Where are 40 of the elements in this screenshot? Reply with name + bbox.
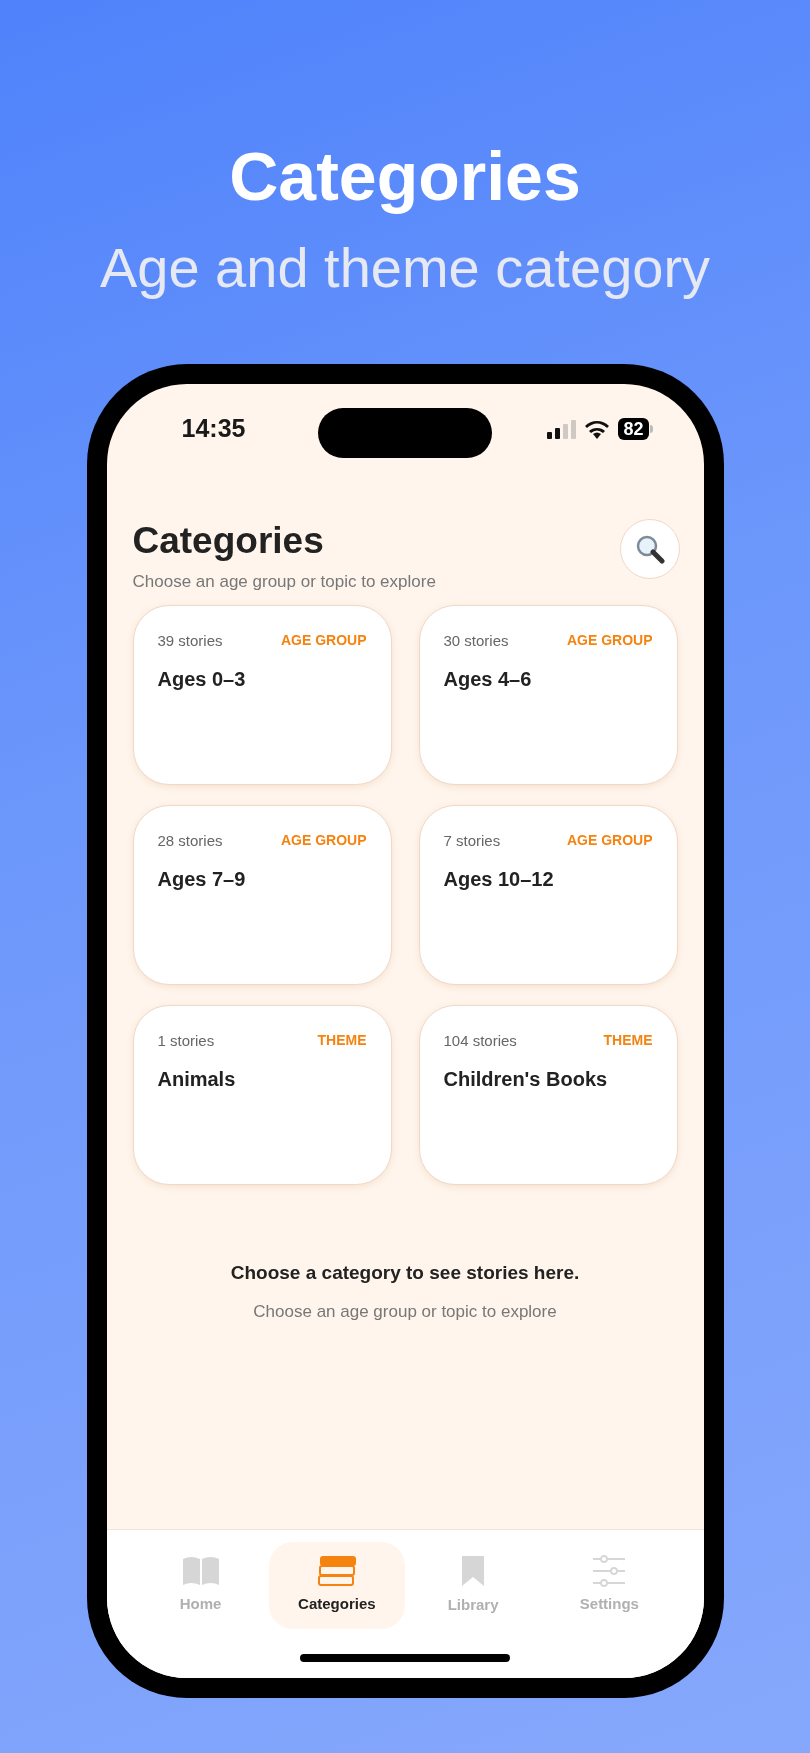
wifi-icon bbox=[584, 419, 611, 439]
category-tag: AGE GROUP bbox=[566, 630, 653, 652]
category-tag: THEME bbox=[603, 1030, 653, 1052]
status-time: 14:35 bbox=[181, 413, 246, 445]
sliders-icon bbox=[592, 1555, 627, 1588]
category-tag: THEME bbox=[317, 1030, 367, 1052]
category-name: Ages 10–12 bbox=[443, 867, 555, 892]
category-card[interactable]: 104 stories THEME Children's Books bbox=[418, 1004, 678, 1185]
category-name: Ages 0–3 bbox=[157, 667, 247, 692]
story-count: 30 stories bbox=[443, 630, 509, 651]
category-card[interactable]: 30 stories AGE GROUP Ages 4–6 bbox=[418, 604, 678, 785]
category-tag: AGE GROUP bbox=[280, 630, 367, 652]
empty-state-title: Choose a category to see stories here. bbox=[229, 1260, 581, 1285]
story-count: 39 stories bbox=[157, 630, 223, 651]
category-tag: AGE GROUP bbox=[566, 830, 653, 852]
category-card[interactable]: 1 stories THEME Animals bbox=[132, 1004, 392, 1185]
story-count: 28 stories bbox=[157, 830, 223, 851]
category-name: Animals bbox=[157, 1067, 237, 1092]
category-name: Ages 4–6 bbox=[443, 667, 533, 692]
category-tag: AGE GROUP bbox=[280, 830, 367, 852]
page-subtitle: Choose an age group or topic to explore bbox=[132, 571, 436, 593]
category-card[interactable]: 7 stories AGE GROUP Ages 10–12 bbox=[418, 804, 678, 985]
category-card[interactable]: 39 stories AGE GROUP Ages 0–3 bbox=[132, 604, 392, 785]
open-book-icon bbox=[180, 1555, 221, 1588]
bookmark-icon bbox=[460, 1554, 487, 1589]
story-count: 1 stories bbox=[157, 1030, 215, 1051]
category-name: Ages 7–9 bbox=[157, 867, 247, 892]
category-name: Children's Books bbox=[443, 1067, 609, 1092]
story-count: 104 stories bbox=[443, 1030, 517, 1051]
search-icon bbox=[634, 534, 665, 564]
promo-title: Categories bbox=[229, 140, 581, 212]
tab[interactable]: Categories bbox=[268, 1542, 405, 1629]
signal-icon bbox=[546, 419, 577, 439]
empty-state-subtitle: Choose an age group or topic to explore bbox=[252, 1301, 558, 1323]
story-count: 7 stories bbox=[443, 830, 501, 851]
books-stack-icon bbox=[316, 1555, 357, 1588]
page-title: Categories bbox=[132, 519, 325, 563]
battery-level: 82 bbox=[618, 418, 649, 440]
category-card[interactable]: 28 stories AGE GROUP Ages 7–9 bbox=[132, 804, 392, 985]
promo-subtitle: Age and theme category bbox=[99, 238, 711, 298]
